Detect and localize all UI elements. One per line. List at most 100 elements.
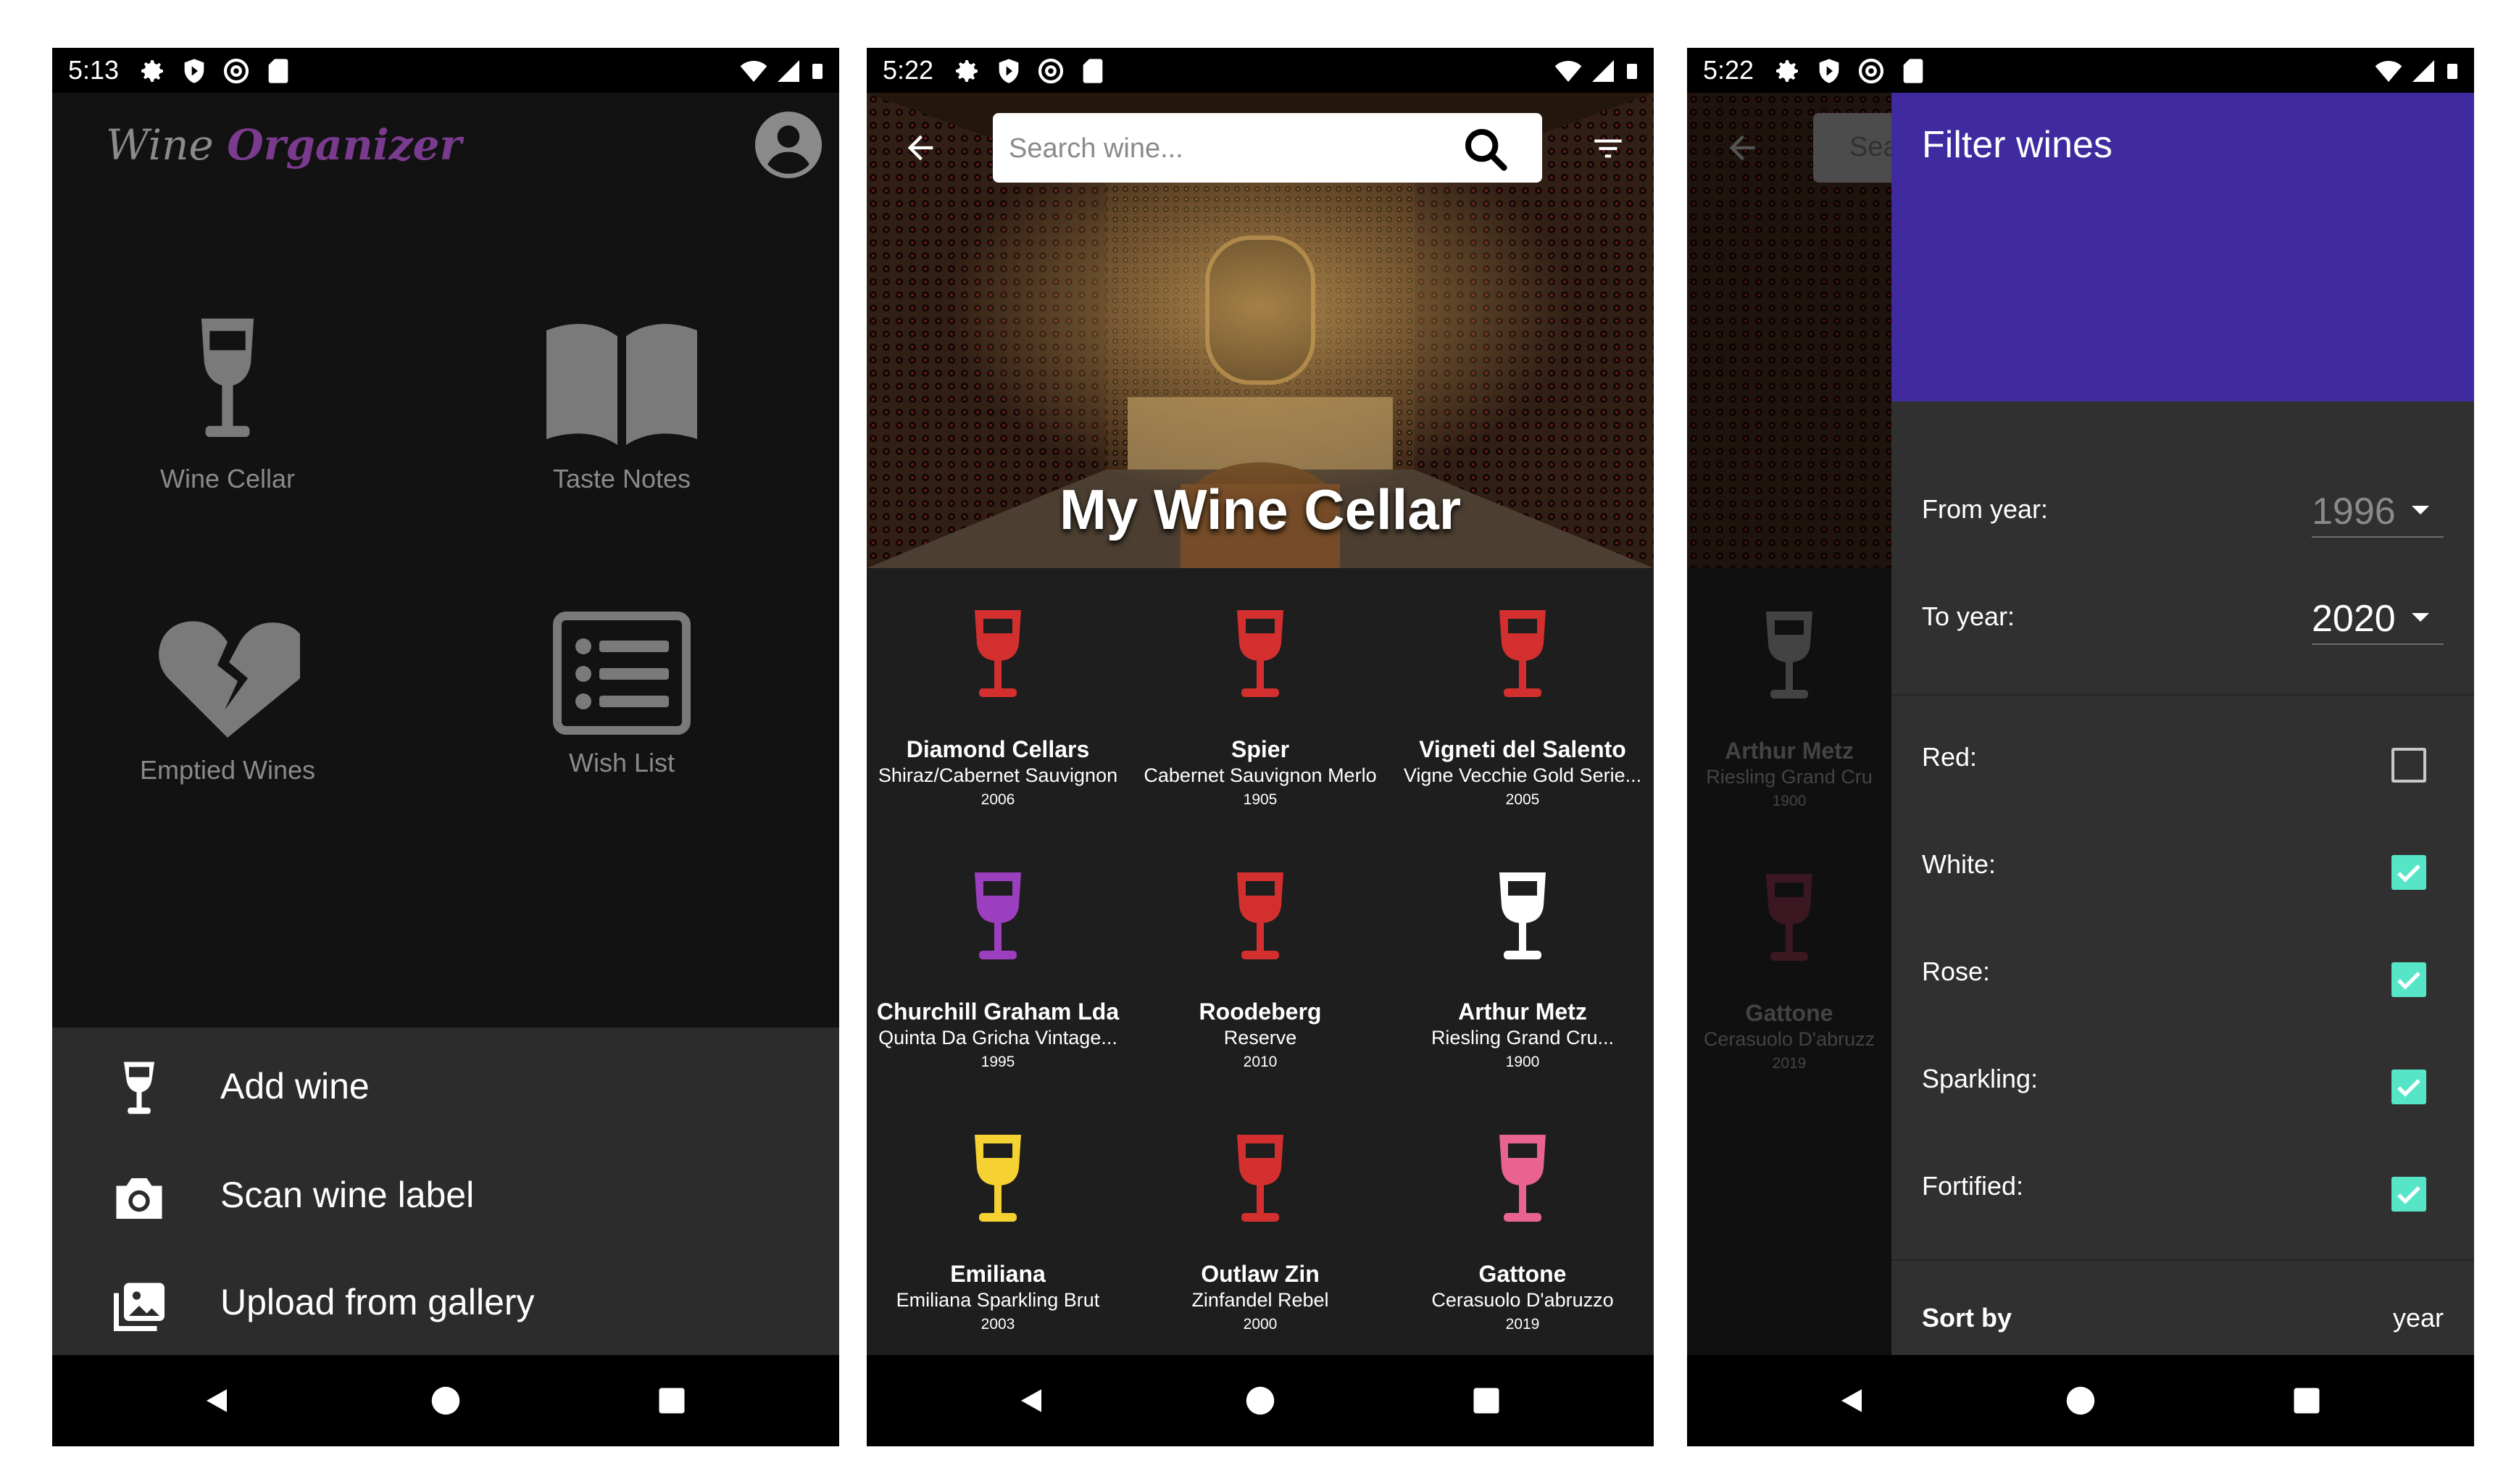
- filter-type-checkbox[interactable]: [2391, 855, 2426, 890]
- wine-name: Emiliana: [950, 1261, 1046, 1287]
- wine-name: Churchill Graham Lda: [876, 999, 1120, 1025]
- upload-gallery-button[interactable]: Upload from gallery: [52, 1249, 839, 1351]
- tile-wine-cellar[interactable]: Wine Cellar: [97, 313, 358, 494]
- sd-card-icon: [1903, 59, 1923, 83]
- wine-card[interactable]: Emiliana Emiliana Sparkling Brut 2003: [867, 1133, 1129, 1333]
- battery-icon: [2447, 64, 2457, 79]
- search-input[interactable]: [1007, 128, 1445, 170]
- wine-year: 2019: [1505, 1316, 1540, 1333]
- nav-home-icon[interactable]: [2065, 1385, 2096, 1416]
- nav-recents-icon[interactable]: [2291, 1385, 2322, 1416]
- filter-type-checkbox[interactable]: [2391, 1070, 2426, 1104]
- from-year-dropdown[interactable]: 1996: [2312, 484, 2444, 538]
- at-sign-icon: [223, 58, 249, 84]
- home-screen: 5:13 Wine Organizer Wine Cellar Taste No…: [52, 48, 839, 1446]
- filter-type-checkbox[interactable]: [2391, 748, 2426, 783]
- filter-drawer: Filter wines From year: 1996 To year: 20…: [1891, 93, 2474, 1355]
- wine-glass-icon: [1499, 610, 1546, 697]
- wine-variety: Cerasuolo D'abruzzo: [1431, 1289, 1614, 1311]
- filter-screen: 5:22 Sea Arthur Metz Riesling Grand Cru …: [1687, 48, 2474, 1446]
- camera-icon: [116, 1178, 162, 1219]
- drawer-title: Filter wines: [1922, 124, 2112, 166]
- broken-heart-icon: [159, 621, 300, 738]
- search-bar[interactable]: [993, 113, 1542, 183]
- status-time: 5:13: [68, 55, 120, 85]
- wine-card[interactable]: Roodeberg Reserve 2010: [1129, 871, 1391, 1071]
- at-sign-icon: [1038, 58, 1064, 84]
- open-book-icon: [546, 323, 697, 445]
- wine-card[interactable]: Churchill Graham Lda Quinta Da Gricha Vin…: [867, 871, 1129, 1071]
- divider: [1891, 694, 2474, 696]
- wine-year: 1995: [980, 1054, 1015, 1070]
- wine-glass-icon: [975, 1135, 1021, 1222]
- scan-label-button[interactable]: Scan wine label: [52, 1142, 839, 1243]
- to-year-dropdown[interactable]: 2020: [2312, 591, 2444, 645]
- wine-card[interactable]: Diamond Cellars Shiraz/Cabernet Sauvignon…: [867, 609, 1129, 809]
- to-year-label: To year:: [1922, 601, 2015, 631]
- tile-taste-notes[interactable]: Taste Notes: [491, 313, 752, 494]
- notification-icons: [1773, 57, 1928, 86]
- nav-home-icon[interactable]: [430, 1385, 461, 1416]
- wine-year: 2000: [1243, 1316, 1278, 1333]
- drawer-header: Filter wines: [1891, 93, 2474, 401]
- signal-icon: [2412, 60, 2434, 82]
- wine-glass-icon: [1499, 872, 1546, 959]
- checkmark-icon: [2397, 864, 2420, 883]
- status-bar: 5:22: [867, 48, 1654, 93]
- back-arrow-icon[interactable]: [902, 129, 939, 167]
- battery-icon: [1627, 64, 1637, 79]
- wine-card[interactable]: Spier Cabernet Sauvignon Merlo 1905: [1129, 609, 1391, 809]
- nav-back-icon[interactable]: [201, 1385, 232, 1416]
- battery-icon: [812, 64, 823, 79]
- system-icons: [2374, 57, 2461, 86]
- wine-card[interactable]: Gattone Cerasuolo D'abruzzo 2019: [1391, 1133, 1654, 1333]
- wine-card[interactable]: Arthur Metz Riesling Grand Cru... 1900: [1391, 871, 1654, 1071]
- sd-card-icon: [268, 59, 288, 83]
- gear-icon: [956, 60, 978, 82]
- tile-emptied-wines[interactable]: Emptied Wines: [97, 612, 358, 785]
- filter-type-label: Rose:: [1922, 956, 1991, 986]
- wine-name: Gattone: [1478, 1261, 1567, 1287]
- wine-glass-icon: [975, 872, 1021, 959]
- nav-back-icon[interactable]: [1016, 1385, 1046, 1416]
- wine-year: 1905: [1243, 791, 1278, 808]
- account-icon[interactable]: [755, 112, 822, 178]
- status-bar: 5:13: [52, 48, 839, 93]
- checkmark-icon: [2397, 1079, 2420, 1097]
- app-logo: Wine Organizer: [106, 120, 462, 170]
- filter-icon[interactable]: [1590, 130, 1626, 167]
- filter-type-checkbox[interactable]: [2391, 962, 2426, 997]
- filter-type-label: White:: [1922, 849, 1997, 879]
- add-wine-button[interactable]: Add wine: [52, 1033, 839, 1135]
- navigation-bar: [867, 1355, 1654, 1446]
- wine-variety: Vigne Vecchie Gold Serie...: [1403, 764, 1642, 786]
- notification-icons: [952, 57, 1107, 86]
- from-year-label: From year:: [1922, 494, 2049, 524]
- nav-recents-icon[interactable]: [657, 1385, 687, 1416]
- search-icon[interactable]: [1462, 126, 1509, 172]
- shield-icon: [999, 59, 1019, 83]
- page-title: My Wine Cellar: [1059, 478, 1462, 541]
- status-time: 5:22: [1703, 55, 1754, 85]
- wine-name: Vigneti del Salento: [1419, 736, 1626, 762]
- wine-variety: Emiliana Sparkling Brut: [896, 1289, 1100, 1311]
- wine-year: 2003: [980, 1316, 1015, 1333]
- wine-variety: Cabernet Sauvignon Merlo: [1144, 764, 1377, 786]
- drawer-scrim[interactable]: [1687, 93, 1891, 1355]
- shield-icon: [1819, 59, 1839, 83]
- wine-card[interactable]: Outlaw Zin Zinfandel Rebel 2000: [1129, 1133, 1391, 1333]
- nav-recents-icon[interactable]: [1471, 1385, 1502, 1416]
- wifi-icon: [1554, 61, 1582, 82]
- navigation-bar: [52, 1355, 839, 1446]
- wine-year: 2005: [1505, 791, 1540, 808]
- wine-card[interactable]: Vigneti del Salento Vigne Vecchie Gold Se…: [1391, 609, 1654, 809]
- filter-type-checkbox[interactable]: [2391, 1177, 2426, 1212]
- notification-icons: [138, 57, 293, 86]
- wine-name: Spier: [1231, 736, 1290, 762]
- nav-back-icon[interactable]: [1836, 1385, 1867, 1416]
- nav-home-icon[interactable]: [1245, 1385, 1275, 1416]
- tile-wish-list[interactable]: Wish List: [491, 612, 752, 778]
- wine-variety: Riesling Grand Cru...: [1431, 1027, 1615, 1049]
- sort-by-value[interactable]: year: [2393, 1303, 2444, 1333]
- shield-icon: [184, 59, 204, 83]
